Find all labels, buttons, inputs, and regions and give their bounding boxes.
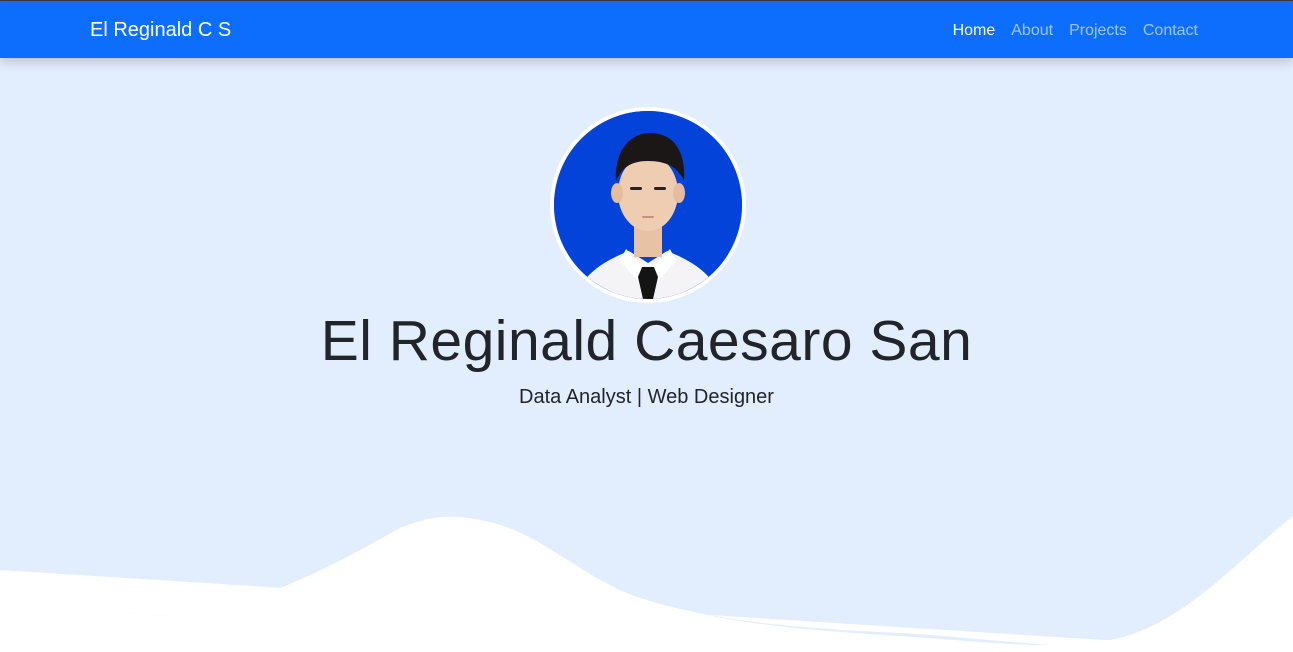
profile-avatar [550,107,746,303]
navbar: El Reginald C S Home About Projects Cont… [0,1,1293,58]
profile-photo-icon [554,111,742,299]
nav-link-about[interactable]: About [1011,22,1053,40]
hero-section: El Reginald Caesaro San Data Analyst | W… [0,58,1293,652]
navbar-brand[interactable]: El Reginald C S [90,19,231,42]
nav-links: Home About Projects Contact [953,22,1198,40]
hero-subtitle: Data Analyst | Web Designer [519,386,774,408]
hero-name: El Reginald Caesaro San [320,309,973,373]
nav-link-home[interactable]: Home [953,22,996,40]
nav-link-contact[interactable]: Contact [1143,22,1198,40]
nav-link-projects[interactable]: Projects [1069,22,1127,40]
